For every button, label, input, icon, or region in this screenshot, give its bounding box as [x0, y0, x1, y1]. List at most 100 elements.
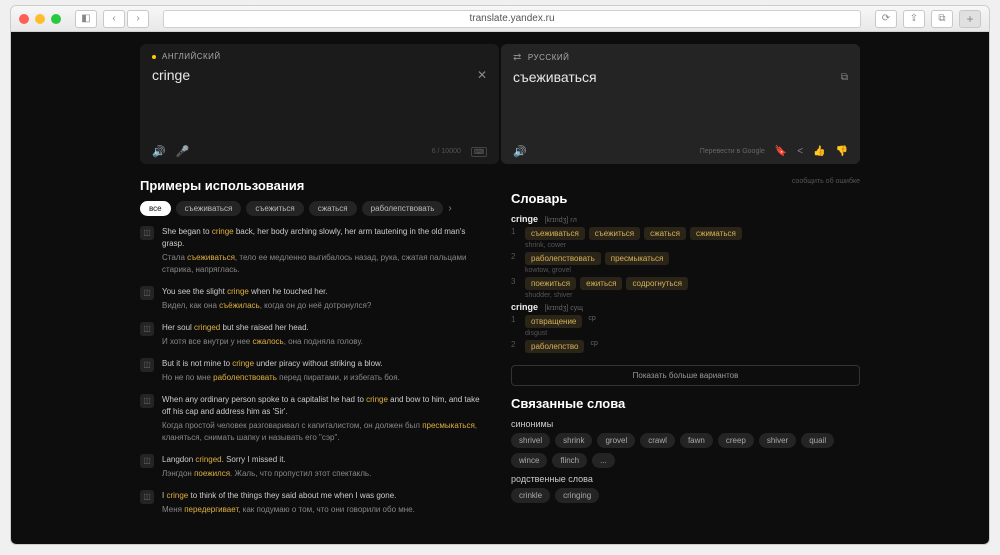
example-en: You see the slight cringe when he touche… [162, 286, 371, 298]
thumb-up-icon[interactable]: 👍 [813, 146, 825, 157]
example-item: ◫ But it is not mine to cringe under pira… [140, 358, 489, 384]
example-source-icon[interactable]: ◫ [140, 358, 154, 372]
minimize-icon[interactable] [35, 14, 45, 24]
clear-icon[interactable]: ✕ [477, 68, 487, 82]
tabs-icon[interactable]: ⧉ [931, 10, 953, 28]
example-ru: Но не по мне раболепствовать перед пират… [162, 372, 400, 384]
english-synonyms: disgust [525, 330, 860, 337]
filter-chip[interactable]: раболепствовать [362, 201, 444, 216]
example-source-icon[interactable]: ◫ [140, 490, 154, 504]
synonym-chip[interactable]: shiver [759, 433, 796, 448]
close-icon[interactable] [19, 14, 29, 24]
synonym-chip[interactable]: crawl [640, 433, 675, 448]
example-ru: И хотя все внутри у нее сжалось, она под… [162, 336, 363, 348]
filter-chip[interactable]: все [140, 201, 171, 216]
synonym-chip[interactable]: fawn [680, 433, 713, 448]
speaker-icon[interactable]: 🔊 [513, 145, 527, 158]
dict-sense: 3поежитьсяежитьсясодрогнутьсяshudder, sh… [511, 277, 860, 299]
url-text: translate.yandex.ru [469, 13, 554, 24]
report-error-link[interactable]: сообщить об ошибке [511, 178, 860, 185]
examples-title: Примеры использования [140, 178, 489, 193]
chevron-right-icon[interactable]: › [448, 203, 451, 214]
example-item: ◫ She began to cringe back, her body arch… [140, 226, 489, 276]
filter-chip[interactable]: сжаться [309, 201, 357, 216]
example-en: When any ordinary person spoke to a capi… [162, 394, 489, 418]
dict-sense: 2раболепствоср [511, 340, 860, 355]
dict-headword: cringe [krɪndʒ] сущ [511, 302, 860, 312]
show-more-button[interactable]: Показать больше вариантов [511, 365, 860, 386]
forward-icon[interactable]: › [127, 10, 149, 28]
thumb-down-icon[interactable]: 👎 [836, 146, 848, 157]
copy-icon[interactable]: ⧉ [841, 72, 848, 83]
char-counter: 6 / 10000 [432, 148, 461, 155]
dict-headword: cringe [krɪndʒ] гл [511, 214, 860, 224]
sense-number: 1 [511, 227, 517, 236]
synonym-chip[interactable]: grovel [597, 433, 635, 448]
example-source-icon[interactable]: ◫ [140, 286, 154, 300]
translation-chip[interactable]: содрогнуться [626, 277, 687, 290]
english-synonyms: kowtow, grovel [525, 267, 860, 274]
synonym-chip[interactable]: shrivel [511, 433, 550, 448]
swap-icon[interactable]: ⇄ [513, 52, 522, 63]
cognate-chip[interactable]: crinkle [511, 488, 550, 503]
back-icon[interactable]: ‹ [103, 10, 125, 28]
speaker-icon[interactable]: 🔊 [152, 145, 166, 158]
sidebar-icon[interactable]: ◧ [75, 10, 97, 28]
translation-chip[interactable]: отвращение [525, 315, 582, 328]
dict-sense: 1съеживатьсясъежитьсясжатьсясжиматьсяshr… [511, 227, 860, 249]
synonym-chip[interactable]: wince [511, 453, 547, 468]
synonym-chip[interactable]: quail [801, 433, 834, 448]
dict-sense: 2 раболепствовать пресмыкаться kowtow, grov… [511, 252, 860, 274]
example-item: ◫Her soul cringed but she raised her hea… [140, 322, 489, 348]
english-synonyms: shudder, shiver [525, 292, 860, 299]
filter-chip[interactable]: съежиться [246, 201, 303, 216]
filter-chip[interactable]: съеживаться [176, 201, 242, 216]
example-item: ◫ You see the slight cringe when he touch… [140, 286, 489, 312]
source-lang[interactable]: АНГЛИЙСКИЙ [162, 52, 221, 61]
synonym-chip[interactable]: shrink [555, 433, 592, 448]
source-panel: АНГЛИЙСКИЙ cringe ✕ 🔊 🎤 6 / 10000 ⌨ [140, 44, 499, 164]
example-source-icon[interactable]: ◫ [140, 322, 154, 336]
page-content: АНГЛИЙСКИЙ cringe ✕ 🔊 🎤 6 / 10000 ⌨ [11, 32, 989, 544]
address-bar[interactable]: translate.yandex.ru [163, 10, 861, 28]
keyboard-icon[interactable]: ⌨ [471, 147, 487, 157]
window-controls [19, 14, 61, 24]
example-source-icon[interactable]: ◫ [140, 226, 154, 240]
maximize-icon[interactable] [51, 14, 61, 24]
mic-icon[interactable]: 🎤 [176, 145, 190, 158]
translation-chip[interactable]: пресмыкаться [605, 252, 670, 265]
translation-chip[interactable]: раболепство [525, 340, 584, 353]
target-lang[interactable]: РУССКИЙ [528, 53, 569, 62]
translation-chip[interactable]: съежиться [589, 227, 640, 240]
translation-chip[interactable]: сжаться [644, 227, 686, 240]
pos-label: ср [588, 315, 595, 328]
synonym-chip[interactable]: flinch [552, 453, 587, 468]
google-translate-link[interactable]: Перевести в Google [700, 148, 765, 155]
synonym-chip[interactable]: ... [592, 453, 615, 468]
translation-chip[interactable]: съеживаться [525, 227, 585, 240]
target-output: съеживаться [513, 69, 841, 85]
example-source-icon[interactable]: ◫ [140, 454, 154, 468]
browser-window: ◧ ‹ › translate.yandex.ru ⟳ ⇪ ⧉ + АНГЛИЙ… [10, 5, 990, 545]
target-panel: ⇄ РУССКИЙ съеживаться ⧉ 🔊 Перевести в Go… [501, 44, 860, 164]
translation-chip[interactable]: ежиться [580, 277, 622, 290]
example-item: ◫I cringe to think of the things they sa… [140, 490, 489, 516]
synonym-chip[interactable]: creep [718, 433, 754, 448]
source-input[interactable]: cringe [152, 67, 477, 83]
detect-dot-icon [152, 55, 156, 59]
bookmark-icon[interactable]: 🔖 [775, 146, 787, 157]
reload-icon[interactable]: ⟳ [875, 10, 897, 28]
share-icon[interactable]: < [797, 146, 803, 157]
new-tab-icon[interactable]: + [959, 10, 981, 28]
share-icon[interactable]: ⇪ [903, 10, 925, 28]
cognate-chip[interactable]: cringing [555, 488, 599, 503]
example-en: She began to cringe back, her body archi… [162, 226, 489, 250]
translation-chip[interactable]: сжиматься [690, 227, 742, 240]
example-source-icon[interactable]: ◫ [140, 394, 154, 408]
titlebar: ◧ ‹ › translate.yandex.ru ⟳ ⇪ ⧉ + [11, 6, 989, 32]
example-en: But it is not mine to cringe under pirac… [162, 358, 400, 370]
translation-chip[interactable]: раболепствовать [525, 252, 601, 265]
sense-number: 2 [511, 252, 517, 261]
translation-chip[interactable]: поежиться [525, 277, 576, 290]
cognates-label: родственные слова [511, 474, 860, 484]
